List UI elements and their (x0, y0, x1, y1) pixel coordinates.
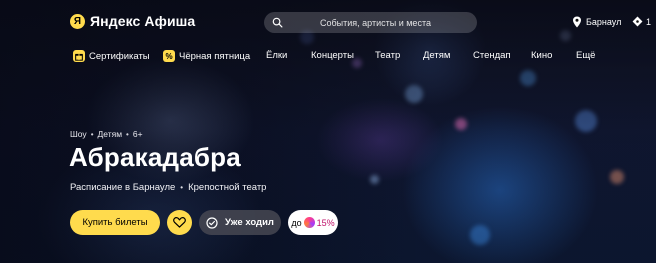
logo-text: Яндекс Афиша (90, 13, 196, 29)
percent-icon: % (163, 50, 175, 62)
check-circle-icon (206, 216, 218, 229)
nav-item-kids[interactable]: Детям (423, 50, 450, 61)
category-nav: Сертификаты % Чёрная пятница Ёлки Концер… (0, 48, 656, 66)
event-subinfo: Расписание в Барнауле • Крепостной театр (70, 182, 266, 193)
search-input[interactable] (264, 12, 477, 33)
buy-tickets-button[interactable]: Купить билеты (70, 210, 160, 235)
event-title: Абракадабра (69, 142, 241, 172)
yandex-plus-icon (303, 217, 315, 228)
venue-link[interactable]: Крепостной театр (188, 182, 266, 193)
heart-icon (173, 217, 186, 228)
ticket-icon (632, 16, 643, 27)
event-tags: Шоу • Детям • 6+ (70, 129, 143, 139)
search-icon (272, 17, 283, 28)
my-tickets-button[interactable]: 1 (632, 16, 651, 27)
tickets-count: 1 (646, 16, 652, 27)
tag-genre: Шоу (70, 129, 87, 139)
logo-link[interactable]: Я Яндекс Афиша (70, 13, 195, 29)
nav-item-concerts[interactable]: Концерты (311, 50, 354, 61)
nav-item-more[interactable]: Ещё (576, 50, 595, 61)
site-header: Я Яндекс Афиша Барнаул 1 (0, 0, 656, 44)
search-bar[interactable] (264, 12, 477, 33)
tag-age-rating: 6+ (132, 129, 143, 139)
already-visited-button[interactable]: Уже ходил (199, 210, 281, 235)
plus-cashback-button[interactable]: до 15% (288, 210, 338, 235)
yandex-logo-icon: Я (70, 13, 85, 29)
favorite-button[interactable] (167, 210, 192, 235)
nav-item-label: Чёрная пятница (179, 50, 251, 62)
cashback-percent: 15% (316, 217, 335, 228)
nav-item-label: Сертификаты (89, 50, 150, 62)
separator-dot: • (180, 183, 184, 192)
nav-item-black-friday[interactable]: % Чёрная пятница (163, 50, 250, 62)
separator-dot: • (90, 129, 94, 139)
nav-item-trees[interactable]: Ёлки (266, 50, 287, 61)
schedule-link[interactable]: Расписание в Барнауле (70, 182, 175, 193)
nav-item-cinema[interactable]: Кино (531, 50, 552, 61)
already-visited-label: Уже ходил (225, 217, 274, 228)
city-selector[interactable]: Барнаул (572, 16, 621, 28)
nav-item-theatre[interactable]: Театр (375, 50, 400, 61)
nav-item-certificates[interactable]: Сертификаты (73, 50, 150, 62)
cashback-prefix: до (291, 217, 302, 228)
tag-audience: Детям (97, 129, 123, 139)
nav-item-standup[interactable]: Стендап (473, 50, 511, 61)
city-label: Барнаул (586, 17, 622, 27)
separator-dot: • (126, 129, 129, 139)
location-pin-icon (573, 16, 581, 28)
gift-icon (73, 50, 85, 62)
